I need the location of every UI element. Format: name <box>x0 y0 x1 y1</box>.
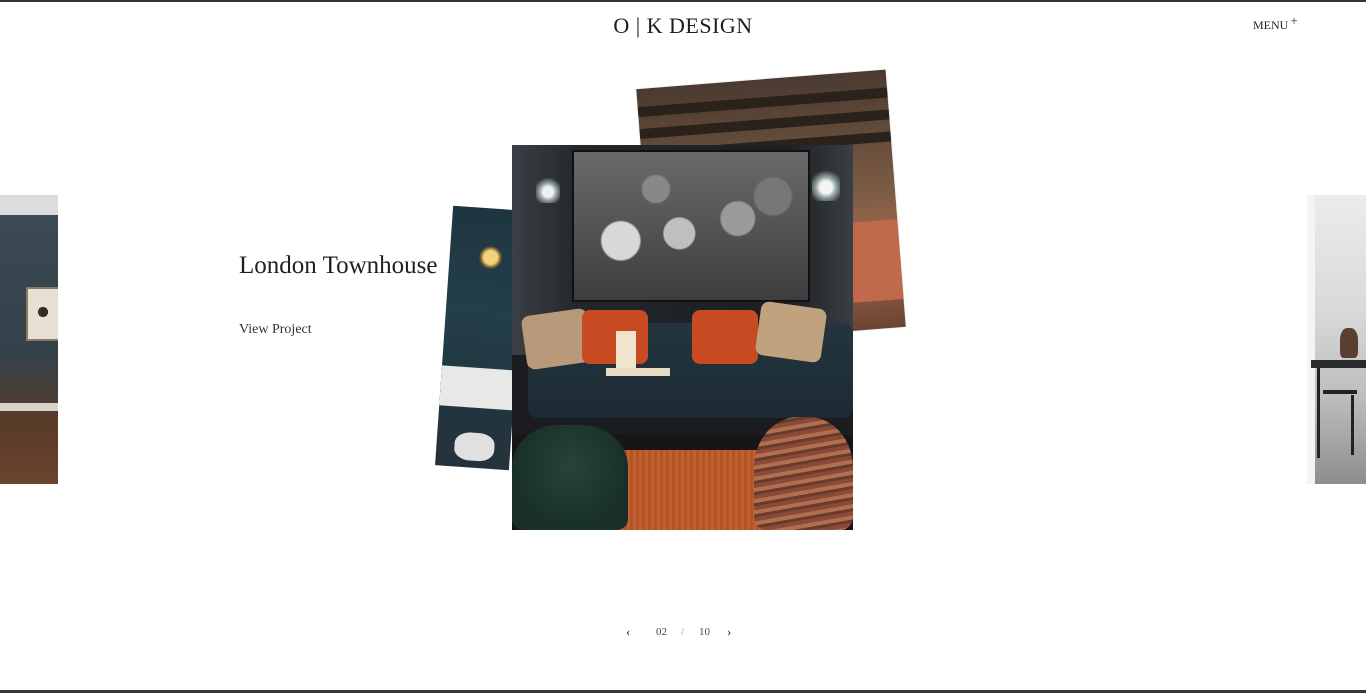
current-slide-number: 02 <box>656 626 667 638</box>
view-project-link[interactable]: View Project <box>239 322 312 338</box>
skirting-board <box>0 403 58 411</box>
next-slide-preview[interactable] <box>1307 195 1366 484</box>
stool-leg <box>1351 395 1354 455</box>
top-border <box>0 0 1366 2</box>
counter-image <box>1311 360 1366 368</box>
stool-leg <box>1317 368 1320 458</box>
wall-sconce-right <box>812 167 840 201</box>
wall-edge <box>1307 195 1315 484</box>
chevron-left-icon[interactable]: ‹ <box>626 624 630 640</box>
total-slides-number: 10 <box>699 626 710 638</box>
side-table-image <box>606 368 670 376</box>
wall-sconce-left <box>536 175 560 203</box>
menu-button[interactable]: MENU + <box>1253 13 1298 33</box>
ceiling-band <box>0 195 58 215</box>
prev-slide-preview[interactable] <box>0 195 58 484</box>
sink-image <box>439 365 516 411</box>
cushion <box>692 310 758 364</box>
books-image <box>616 331 636 369</box>
project-image-main[interactable] <box>512 145 853 530</box>
cushion <box>582 310 648 364</box>
site-logo[interactable]: O | K DESIGN <box>0 13 1366 39</box>
wall-art-image <box>26 287 58 341</box>
project-title: London Townhouse <box>239 252 438 279</box>
stool-image <box>1323 390 1357 394</box>
plus-icon: + <box>1290 13 1298 28</box>
sofa-image <box>847 218 906 303</box>
page: O | K DESIGN MENU + London Townhouse View… <box>0 0 1366 693</box>
pager-separator: / <box>681 626 685 638</box>
framed-photo-image <box>572 150 810 302</box>
pouf-left-image <box>512 425 628 530</box>
cushion <box>754 300 828 364</box>
vase-image <box>1340 328 1358 358</box>
slide-pager: ‹ 02 / 10 › <box>600 622 766 644</box>
chevron-right-icon[interactable]: › <box>727 624 731 640</box>
lamp-image <box>476 245 505 270</box>
pouf-right-image <box>754 417 853 530</box>
menu-label: MENU <box>1253 18 1289 32</box>
towel-image <box>453 431 496 463</box>
